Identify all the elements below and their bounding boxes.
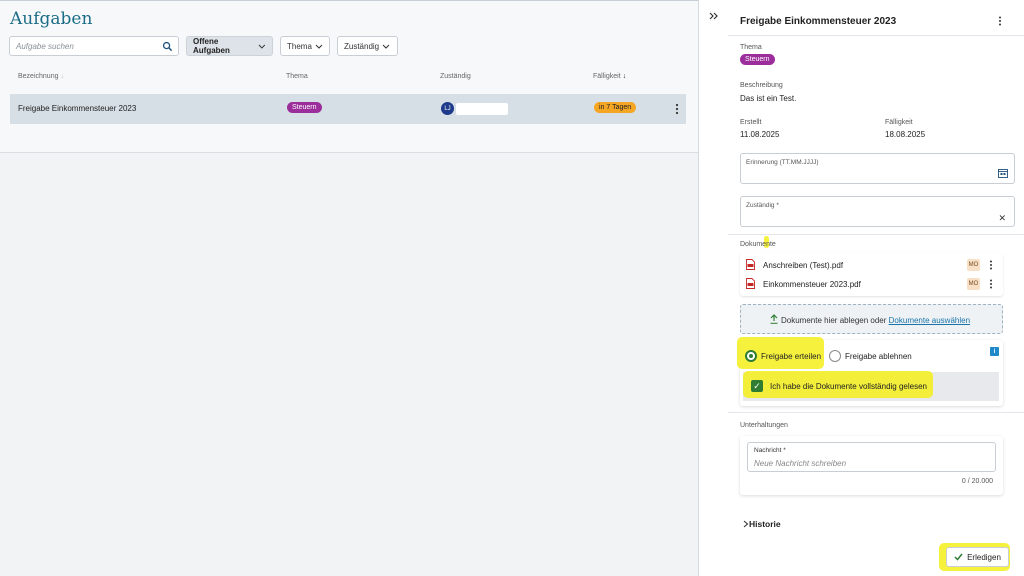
confirm-read-row[interactable]: ✓ Ich habe die Dokumente vollständig gel…	[743, 371, 999, 401]
more-options-icon[interactable]	[675, 103, 679, 115]
chevron-down-icon	[382, 44, 390, 49]
document-dropzone[interactable]: Dokumente hier ablegen oder Dokumente au…	[740, 304, 1003, 334]
description-value: Das ist ein Test.	[740, 94, 797, 103]
reminder-label: Erinnerung (TT.MM.JJJJ)	[746, 159, 819, 166]
panel-title: Freigabe Einkommensteuer 2023	[740, 16, 897, 27]
message-input[interactable]: Nachricht * Neue Nachricht schreiben	[747, 442, 996, 472]
list-item[interactable]: Anschreiben (Test).pdf MO	[746, 255, 1001, 273]
upload-icon	[770, 314, 778, 324]
col-responsible[interactable]: Zuständig	[440, 73, 471, 80]
table-row[interactable]: Freigabe Einkommensteuer 2023 Steuern LJ…	[10, 94, 686, 124]
select-documents-link[interactable]: Dokumente auswählen	[889, 316, 970, 325]
list-item[interactable]: Einkommensteuer 2023.pdf MO	[746, 274, 1001, 292]
responsible-filter-label: Zuständig	[344, 41, 380, 51]
confirm-read-label: Ich habe die Dokumente vollständig geles…	[770, 382, 927, 391]
document-name: Anschreiben (Test).pdf	[763, 261, 844, 270]
due-label: Fälligkeit	[885, 119, 913, 126]
topic-label: Thema	[740, 44, 762, 51]
col-due-label: Fälligkeit	[593, 73, 621, 80]
chevron-down-icon	[258, 44, 266, 49]
pdf-file-icon	[746, 259, 755, 270]
created-label: Erstellt	[740, 119, 762, 126]
pdf-file-icon	[746, 278, 755, 289]
clear-icon[interactable]: ✕	[998, 213, 1006, 224]
avatar: MO	[967, 259, 980, 271]
responsible-label: Zuständig *	[746, 202, 779, 209]
conversations-label: Unterhaltungen	[740, 422, 788, 429]
more-options-icon[interactable]	[989, 279, 993, 289]
sort-arrow-icon: ↓	[622, 73, 627, 80]
page-title: Aufgaben	[10, 9, 93, 29]
message-placeholder: Neue Nachricht schreiben	[754, 459, 847, 468]
avatar: MO	[967, 278, 980, 290]
conversation-card: Nachricht * Neue Nachricht schreiben 0 /…	[740, 436, 1003, 495]
responsible-field[interactable]: Zuständig * ✕	[740, 196, 1015, 227]
responsible-filter[interactable]: Zuständig	[337, 36, 398, 56]
task-detail-panel: Freigabe Einkommensteuer 2023 Thema Steu…	[698, 0, 1024, 576]
character-counter: 0 / 20.000	[961, 478, 993, 485]
documents-label: Dokumente	[740, 241, 776, 248]
search-placeholder: Aufgabe suchen	[16, 42, 74, 51]
sort-arrow-icon: ↓	[60, 73, 64, 80]
message-label: Nachricht *	[754, 447, 786, 454]
approval-card: Freigabe erteilen Freigabe ablehnen i ✓ …	[737, 337, 1003, 406]
search-input[interactable]: Aufgabe suchen	[9, 36, 179, 56]
col-name-label: Bezeichnung	[18, 73, 59, 80]
row-name: Freigabe Einkommensteuer 2023	[18, 104, 137, 113]
topic-filter-label: Thema	[287, 41, 312, 51]
col-due[interactable]: Fälligkeit ↓	[593, 73, 626, 80]
more-options-icon[interactable]	[989, 260, 993, 270]
topic-filter[interactable]: Thema	[280, 36, 330, 56]
table-header: Bezeichnung ↓ Thema Zuständig Fälligkeit…	[10, 73, 686, 85]
description-label: Beschreibung	[740, 82, 783, 89]
redacted-name	[456, 103, 508, 115]
confirm-read-checkbox[interactable]: ✓	[751, 380, 763, 392]
panel-rail	[699, 0, 728, 576]
more-options-icon[interactable]	[998, 16, 1002, 26]
approve-label: Freigabe erteilen	[761, 352, 822, 361]
due-value: 18.08.2025	[885, 130, 926, 139]
info-icon[interactable]: i	[990, 347, 999, 356]
dropzone-label: Dokumente hier ablegen oder	[781, 316, 887, 325]
complete-label: Erledigen	[967, 552, 1001, 562]
task-list-pane: Aufgaben Aufgabe suchen Offene Aufgaben …	[0, 1, 698, 576]
open-tasks-label: Offene Aufgaben	[193, 37, 230, 55]
dropzone-text: Dokumente hier ablegen oder Dokumente au…	[781, 316, 970, 325]
divider	[728, 234, 1024, 235]
approve-radio[interactable]	[745, 350, 757, 362]
topic-badge: Steuern	[287, 102, 322, 113]
reject-label: Freigabe ablehnen	[845, 352, 912, 361]
reminder-date-field[interactable]: Erinnerung (TT.MM.JJJJ)	[740, 153, 1015, 184]
chevron-down-icon	[315, 44, 323, 49]
search-icon	[162, 41, 173, 52]
avatar: LJ	[441, 102, 454, 115]
due-badge: in 7 Tagen	[594, 102, 637, 113]
calendar-icon[interactable]	[998, 168, 1008, 178]
created-value: 11.08.2025	[740, 130, 780, 139]
check-icon	[954, 553, 963, 561]
double-chevron-right-icon[interactable]	[709, 11, 719, 21]
divider	[728, 35, 1024, 36]
complete-button[interactable]: Erledigen	[946, 547, 1009, 567]
task-list-card: Aufgaben Aufgabe suchen Offene Aufgaben …	[0, 1, 698, 153]
topic-badge: Steuern	[740, 54, 775, 65]
open-tasks-filter[interactable]: Offene Aufgaben	[186, 36, 273, 56]
divider	[728, 412, 1024, 413]
reject-radio[interactable]	[829, 350, 841, 362]
documents-list: Anschreiben (Test).pdf MO Einkommensteue…	[740, 253, 1003, 296]
col-name[interactable]: Bezeichnung ↓	[18, 73, 64, 80]
history-toggle[interactable]: Historie	[749, 519, 781, 529]
document-name: Einkommensteuer 2023.pdf	[763, 280, 861, 289]
col-topic[interactable]: Thema	[286, 73, 308, 80]
